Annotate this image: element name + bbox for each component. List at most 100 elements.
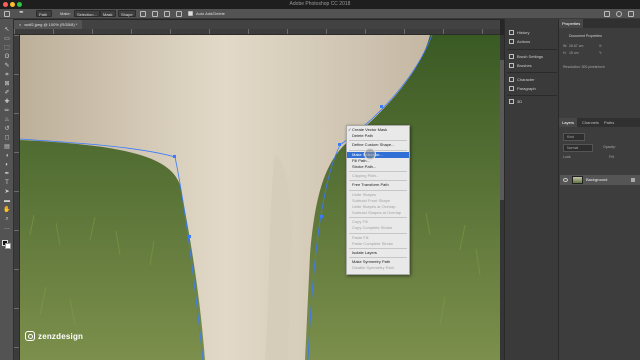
- pen-icon[interactable]: ✒: [19, 10, 24, 17]
- close-tab-icon[interactable]: ×: [19, 22, 21, 27]
- watermark: zenzdesign: [25, 330, 83, 342]
- lasso-tool-icon[interactable]: ʘ: [3, 54, 11, 60]
- hand-tool-icon[interactable]: ✋: [3, 207, 11, 213]
- mouse-cursor: [364, 148, 376, 160]
- eyedropper-tool-icon[interactable]: ✐: [3, 90, 11, 96]
- document-properties-title: Document Properties: [569, 34, 602, 38]
- width-label: W:: [563, 44, 568, 48]
- width-value[interactable]: 26.67 cm: [569, 44, 583, 48]
- menu-item-label: Copy Fill: [352, 219, 368, 225]
- panel-button-label: Brush Settings: [517, 54, 544, 59]
- quick-select-tool-icon[interactable]: ✎: [3, 63, 11, 69]
- crop-tool-icon[interactable]: ⌗: [3, 72, 11, 78]
- type-tool-icon[interactable]: T: [3, 180, 11, 186]
- move-tool-icon[interactable]: ↖: [3, 27, 11, 33]
- actions-icon: [509, 39, 514, 45]
- history-tool-icon[interactable]: ↺: [3, 126, 11, 132]
- path-select-tool-icon[interactable]: ➤: [3, 189, 11, 195]
- blend-mode-select[interactable]: Normal: [563, 144, 593, 152]
- more-tool-icon[interactable]: …: [3, 225, 11, 231]
- opacity-label: Opacity:: [603, 145, 616, 149]
- gear-icon[interactable]: [176, 11, 182, 17]
- make-label: Make:: [60, 11, 71, 16]
- layer-filter-kind[interactable]: Kind: [563, 133, 585, 141]
- height-value[interactable]: 15 cm: [569, 51, 579, 55]
- tab-paths[interactable]: Paths: [601, 118, 617, 127]
- eraser-tool-icon[interactable]: ◻: [3, 135, 11, 141]
- path-alignment-icon[interactable]: [152, 11, 158, 17]
- dodge-tool-icon[interactable]: ◐: [3, 162, 11, 168]
- menu-item-disable-symmetry-path: Disable Symmetry Path: [347, 265, 409, 271]
- workspace-icon[interactable]: [604, 11, 610, 17]
- y-label: Y:: [599, 51, 603, 55]
- auto-add-delete-label: Auto Add/Delete: [196, 11, 225, 16]
- clone-tool-icon[interactable]: ♨: [3, 117, 11, 123]
- menu-item-label: Create Vector Mask: [352, 127, 388, 132]
- panel-button-brushes[interactable]: Brushes: [509, 62, 557, 70]
- menu-item-label: Delete Path: [352, 133, 373, 139]
- panel-button-label: Brushes: [517, 63, 532, 68]
- artboard-tool-icon[interactable]: ▭: [3, 36, 11, 42]
- panel-button-label: Character: [517, 77, 535, 82]
- resolution-text: Resolution: 300 pixels/inch: [563, 65, 605, 69]
- tab-layers[interactable]: Layers: [559, 118, 578, 127]
- make-shape-button[interactable]: Shape: [118, 10, 136, 17]
- lock-icon: [631, 178, 635, 182]
- panel-group-divider: [507, 49, 557, 50]
- path-operations-icon[interactable]: [140, 11, 146, 17]
- wolf-photo: [20, 35, 500, 360]
- healing-tool-icon[interactable]: ✚: [3, 99, 11, 105]
- document-tab-label: wolf2.jpeg @ 100% (RGB/8) *: [24, 22, 78, 27]
- panel-button-label: Actions: [517, 39, 531, 44]
- panel-button-history[interactable]: History: [509, 29, 557, 37]
- home-icon[interactable]: [4, 11, 10, 17]
- tab-channels[interactable]: Channels: [579, 118, 602, 127]
- character-icon: [509, 77, 514, 83]
- brushes-icon: [509, 63, 514, 69]
- path-mode-select[interactable]: Path: [36, 10, 52, 17]
- layer-name: Background: [586, 177, 608, 182]
- frame-tool-icon[interactable]: ⊠: [3, 81, 11, 87]
- search-icon[interactable]: [616, 11, 622, 17]
- eye-icon[interactable]: [563, 178, 568, 182]
- menu-item-label: Define Custom Shape...: [352, 142, 395, 148]
- right-panels-dock: Properties Document Properties W: 26.67 …: [558, 19, 640, 360]
- path-arrangement-icon[interactable]: [164, 11, 170, 17]
- panel-button-actions[interactable]: Actions: [509, 38, 557, 46]
- app-title: Adobe Photoshop CC 2018: [289, 1, 351, 7]
- menu-item-label: Isolate Layers: [352, 250, 377, 255]
- panel-button-paragraph[interactable]: Paragraph: [509, 85, 557, 93]
- layers-tab-bar: Layers Channels Paths: [559, 118, 640, 127]
- menu-item-label: Paste Fill: [352, 234, 369, 240]
- pen-tool-icon[interactable]: ✒: [3, 171, 11, 177]
- layer-row-background[interactable]: Background: [560, 175, 640, 185]
- menu-item-label: Clipping Path...: [352, 173, 380, 179]
- panel-button-character[interactable]: Character: [509, 76, 557, 84]
- share-icon[interactable]: [628, 11, 634, 17]
- 3d-icon: [509, 99, 514, 105]
- shape-tool-icon[interactable]: ▬: [3, 198, 11, 204]
- panel-button-3d[interactable]: 3D: [509, 98, 557, 106]
- zoom-tool-icon[interactable]: ⌕: [3, 216, 11, 222]
- make-selection-button[interactable]: Selection...: [74, 10, 100, 17]
- menu-item-label: Make Symmetry Path: [352, 259, 391, 265]
- make-mask-button[interactable]: Mask: [100, 10, 116, 17]
- menu-item-label: Free Transform Path: [352, 182, 389, 188]
- panel-button-label: 3D: [517, 99, 523, 104]
- document-canvas[interactable]: [20, 35, 500, 360]
- background-color-swatch[interactable]: [5, 243, 11, 249]
- document-tab[interactable]: × wolf2.jpeg @ 100% (RGB/8) *: [14, 20, 83, 29]
- brush-tool-icon[interactable]: ✏: [3, 108, 11, 114]
- panel-button-brush-settings[interactable]: Brush Settings: [509, 53, 557, 61]
- auto-add-delete-checkbox[interactable]: [188, 11, 193, 16]
- tab-properties[interactable]: Properties: [559, 19, 584, 28]
- collapsed-panels-dock: History Actions Brush Settings Brushes Chara…: [504, 19, 558, 360]
- fill-label: Fill:: [609, 155, 615, 159]
- tools-panel: ↖ ▭ ⬚ ʘ ✎ ⌗ ⊠ ✐ ✚ ✏ ♨ ↺ ◻ ▤ ◖ ◐ ✒ T ➤ ▬ ✋ ⌕ …: [0, 19, 14, 360]
- gradient-tool-icon[interactable]: ▤: [3, 144, 11, 150]
- brush-settings-icon: [509, 54, 514, 60]
- marquee-tool-icon[interactable]: ⬚: [3, 45, 11, 51]
- x-label: X:: [599, 44, 603, 48]
- menu-item-label: Subtract Shapes at Overlap: [352, 210, 402, 216]
- blur-tool-icon[interactable]: ◖: [3, 153, 11, 159]
